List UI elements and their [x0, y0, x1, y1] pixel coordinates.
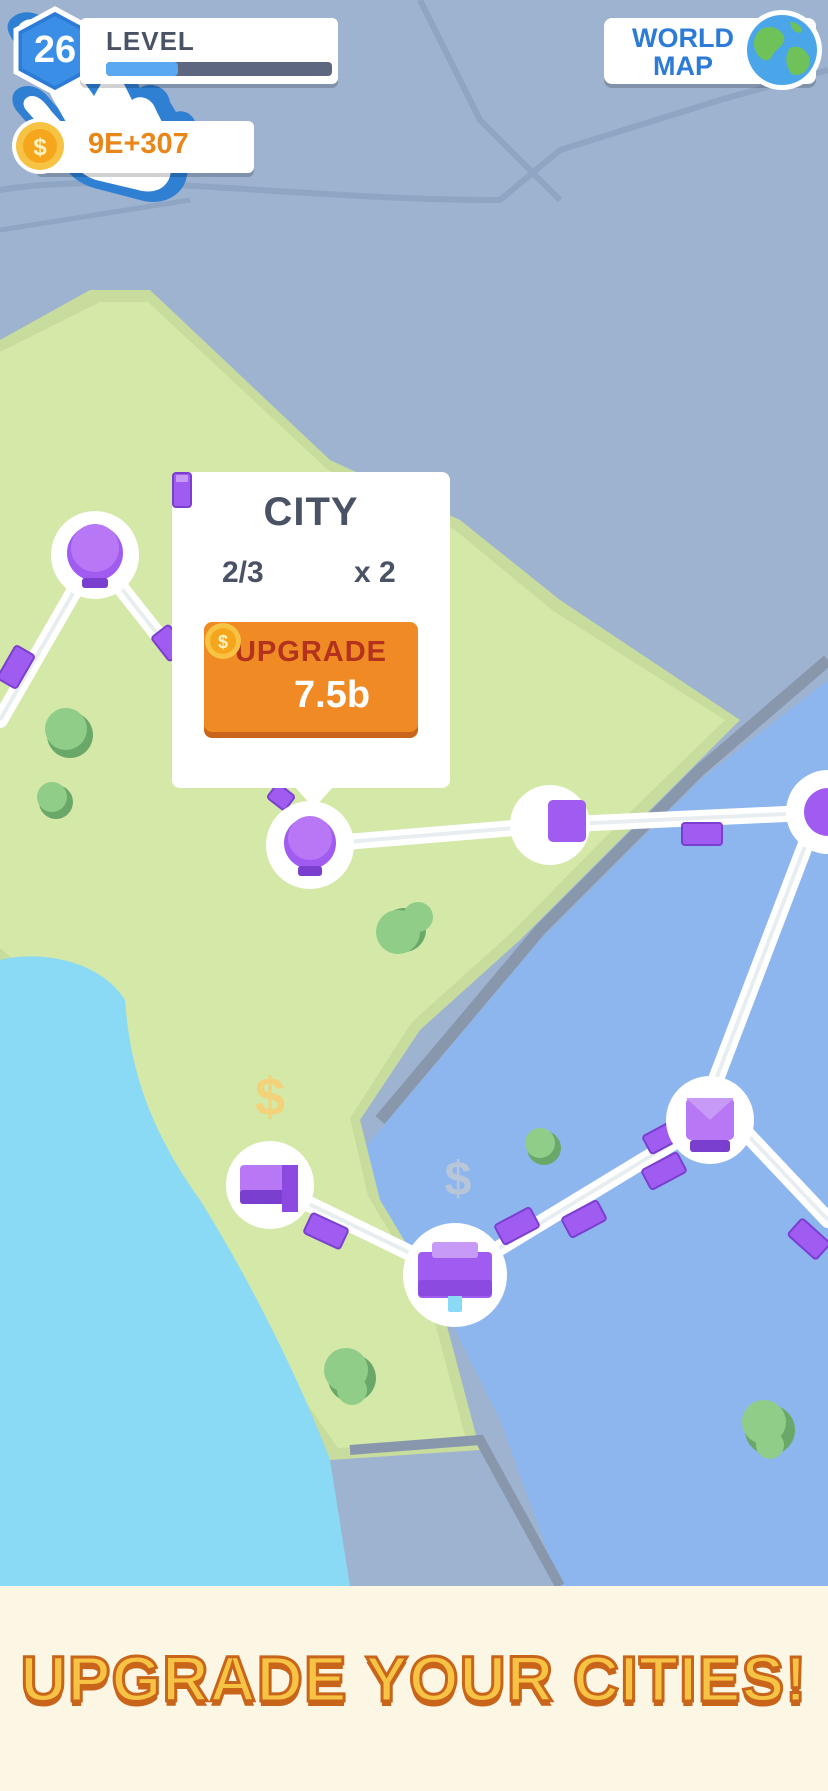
- city-node-icon: [403, 1223, 507, 1327]
- world-map-line1: WORLD: [632, 23, 734, 53]
- game-map[interactable]: $ $ CITY 2/3 x 2 UPGRADE $ 7.5b: [0, 0, 828, 1586]
- banner-text: UPGRADE YOUR CITIES!: [19, 1642, 808, 1717]
- upgrade-cost: 7.5b: [294, 674, 371, 716]
- coin-icon: $: [205, 623, 241, 659]
- level-progress-bar: [106, 62, 332, 76]
- coin-counter: 9E+307 $: [6, 116, 254, 178]
- city-node-icon: [266, 801, 354, 889]
- level-label: LEVEL: [106, 26, 195, 56]
- globe-icon: [742, 10, 822, 90]
- popup-multiplier: x 2: [354, 556, 396, 589]
- upgrade-button[interactable]: UPGRADE $ 7.5b: [204, 622, 418, 732]
- level-panel: LEVEL: [80, 18, 338, 84]
- city-node-icon: [51, 511, 139, 599]
- city-node-icon: [226, 1141, 314, 1229]
- city-popup: CITY 2/3 x 2 UPGRADE $ 7.5b: [172, 472, 450, 808]
- svg-text:$: $: [33, 134, 47, 161]
- world-map-line2: MAP: [653, 51, 713, 81]
- city-node-icon: [666, 1076, 754, 1164]
- dollar-icon: $: [445, 1153, 472, 1206]
- world-map-button[interactable]: WORLD MAP: [604, 10, 822, 90]
- level-number: 26: [33, 29, 77, 71]
- popup-progress: 2/3: [222, 556, 264, 589]
- city-node-icon: [510, 785, 590, 865]
- popup-title: CITY: [263, 490, 359, 534]
- svg-text:$: $: [218, 632, 228, 652]
- world-map-label: WORLD MAP: [618, 24, 748, 80]
- coin-icon: $: [12, 118, 68, 174]
- coins-value: 9E+307: [88, 128, 189, 160]
- level-progress-fill: [106, 62, 179, 76]
- dollar-icon: $: [255, 1067, 285, 1127]
- popup-tail: [294, 786, 334, 808]
- map-background: $ $: [0, 0, 828, 1586]
- truck-icon: [172, 472, 192, 508]
- level-indicator: LEVEL 26: [10, 6, 338, 96]
- promo-banner: UPGRADE YOUR CITIES!: [0, 1586, 828, 1791]
